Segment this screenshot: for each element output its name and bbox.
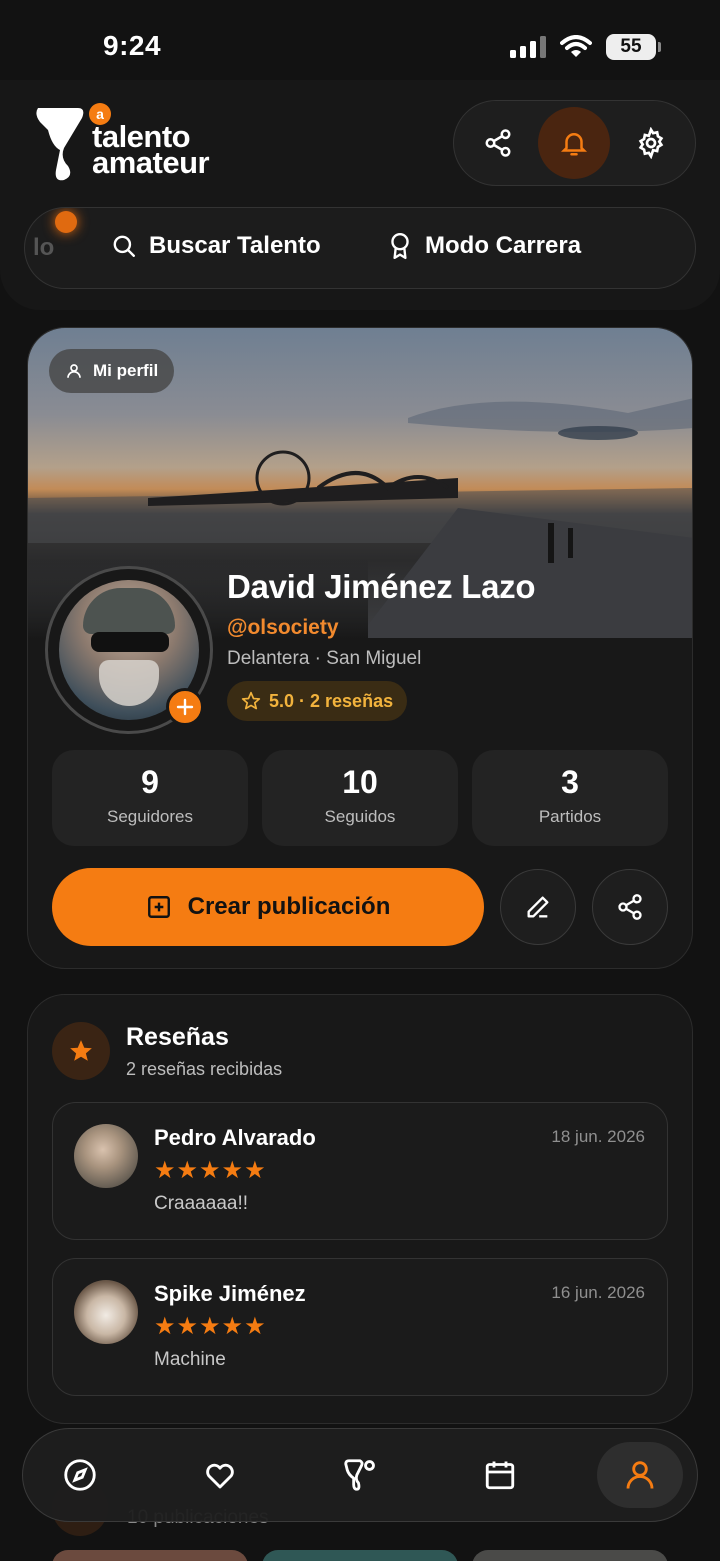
share-button[interactable] bbox=[462, 107, 534, 179]
tab-favorites[interactable] bbox=[177, 1442, 263, 1508]
post-thumbnail[interactable] bbox=[52, 1550, 248, 1561]
search-icon bbox=[113, 235, 135, 257]
nav-item-label: Buscar Talento bbox=[149, 232, 321, 259]
wifi-icon bbox=[560, 35, 592, 57]
calendar-icon bbox=[485, 1461, 515, 1490]
heart-icon bbox=[206, 1463, 234, 1489]
profile-position-location: Delantera · San Miguel bbox=[227, 648, 422, 669]
create-post-button[interactable]: Crear publicación bbox=[52, 868, 484, 946]
nav-indicator-dot bbox=[55, 211, 77, 233]
bottom-tab-bar bbox=[22, 1428, 698, 1522]
stat-label: Seguidores bbox=[106, 807, 193, 826]
gear-icon bbox=[638, 127, 664, 159]
award-icon bbox=[391, 232, 409, 260]
bell-icon bbox=[561, 133, 588, 156]
settings-button[interactable] bbox=[615, 107, 687, 179]
header-actions bbox=[453, 100, 696, 186]
share-profile-button[interactable] bbox=[592, 869, 668, 945]
stat-label: Partidos bbox=[538, 807, 602, 826]
nav-item-buscar-talento[interactable]: Buscar Talento bbox=[111, 232, 321, 260]
logo-text: talento amateur bbox=[92, 121, 210, 180]
stat-label: Seguidos bbox=[324, 807, 396, 826]
stat-value: 9 bbox=[141, 764, 159, 800]
talento-logo-icon bbox=[344, 1459, 375, 1491]
add-square-icon bbox=[147, 896, 170, 918]
tab-calendar[interactable] bbox=[457, 1442, 543, 1508]
nav-item-label: Modo Carrera bbox=[425, 232, 582, 259]
pencil-icon bbox=[527, 896, 549, 918]
stat-matches[interactable]: 3 Partidos bbox=[472, 750, 668, 846]
review-item[interactable]: Pedro Alvarado 18 jun. 2026 ★★★★★ Craaaa… bbox=[52, 1102, 668, 1240]
status-icons: 55 bbox=[510, 34, 661, 60]
reviews-subtitle: 2 reseñas recibidas bbox=[126, 1059, 283, 1079]
reviews-card: Reseñas 2 reseñas recibidas Pedro Alvara… bbox=[27, 994, 693, 1424]
review-item[interactable]: Spike Jiménez 16 jun. 2026 ★★★★★ Machine bbox=[52, 1258, 668, 1396]
tab-home[interactable] bbox=[317, 1442, 403, 1508]
compass-icon bbox=[64, 1459, 96, 1491]
reviews-icon-bubble bbox=[52, 1022, 110, 1080]
signal-icon bbox=[510, 36, 546, 58]
stat-value: 3 bbox=[561, 764, 579, 800]
reviewer-name[interactable]: Spike Jiménez bbox=[154, 1281, 306, 1307]
nav-item-modo-carrera[interactable]: Modo Carrera bbox=[387, 232, 581, 260]
share-icon bbox=[485, 129, 511, 157]
rating-chip[interactable]: 5.0 · 2 reseñas bbox=[227, 681, 408, 721]
post-thumbnail[interactable] bbox=[472, 1550, 668, 1561]
reviewer-name[interactable]: Pedro Alvarado bbox=[154, 1125, 316, 1151]
review-text: Machine bbox=[154, 1349, 226, 1370]
share-icon bbox=[618, 894, 642, 920]
add-photo-button[interactable] bbox=[166, 688, 204, 726]
profile-card: Mi perfil David Jiménez Lazo @olsociety … bbox=[27, 327, 693, 969]
rating-text: 5.0 · 2 reseñas bbox=[269, 690, 394, 711]
user-icon bbox=[626, 1461, 654, 1489]
star-outline-icon bbox=[241, 691, 261, 710]
review-stars: ★★★★★ bbox=[154, 1313, 267, 1340]
reviewer-avatar[interactable] bbox=[74, 1124, 138, 1188]
stat-value: 10 bbox=[342, 764, 378, 800]
reviewer-avatar[interactable] bbox=[74, 1280, 138, 1344]
my-profile-badge: Mi perfil bbox=[49, 349, 175, 393]
battery-icon: 55 bbox=[606, 34, 661, 60]
create-post-label: Crear publicación bbox=[187, 893, 391, 920]
tab-explore[interactable] bbox=[37, 1442, 123, 1508]
review-date: 16 jun. 2026 bbox=[551, 1283, 645, 1302]
post-thumbnail[interactable] bbox=[262, 1550, 458, 1561]
profile-handle[interactable]: @olsociety bbox=[227, 616, 339, 640]
edit-profile-button[interactable] bbox=[500, 869, 576, 945]
stat-followers[interactable]: 9 Seguidores bbox=[52, 750, 248, 846]
star-icon bbox=[70, 1040, 92, 1061]
review-stars: ★★★★★ bbox=[154, 1157, 267, 1184]
status-time: 9:24 bbox=[103, 30, 162, 61]
plus-icon bbox=[176, 698, 194, 716]
notifications-button[interactable] bbox=[538, 107, 611, 179]
stat-following[interactable]: 10 Seguidos bbox=[262, 750, 458, 846]
review-text: Craaaaaa!! bbox=[154, 1193, 249, 1214]
reviews-title: Reseñas bbox=[126, 1023, 229, 1051]
logo-line-2: amateur bbox=[92, 145, 210, 180]
profile-name: David Jiménez Lazo bbox=[227, 568, 536, 605]
tab-profile[interactable] bbox=[597, 1442, 683, 1508]
review-date: 18 jun. 2026 bbox=[551, 1127, 645, 1146]
section-nav: lo Buscar Talento Modo Carrera bbox=[24, 207, 696, 289]
nav-item-partial[interactable]: lo bbox=[33, 234, 54, 262]
user-icon bbox=[67, 364, 81, 378]
my-profile-label: Mi perfil bbox=[93, 361, 159, 380]
